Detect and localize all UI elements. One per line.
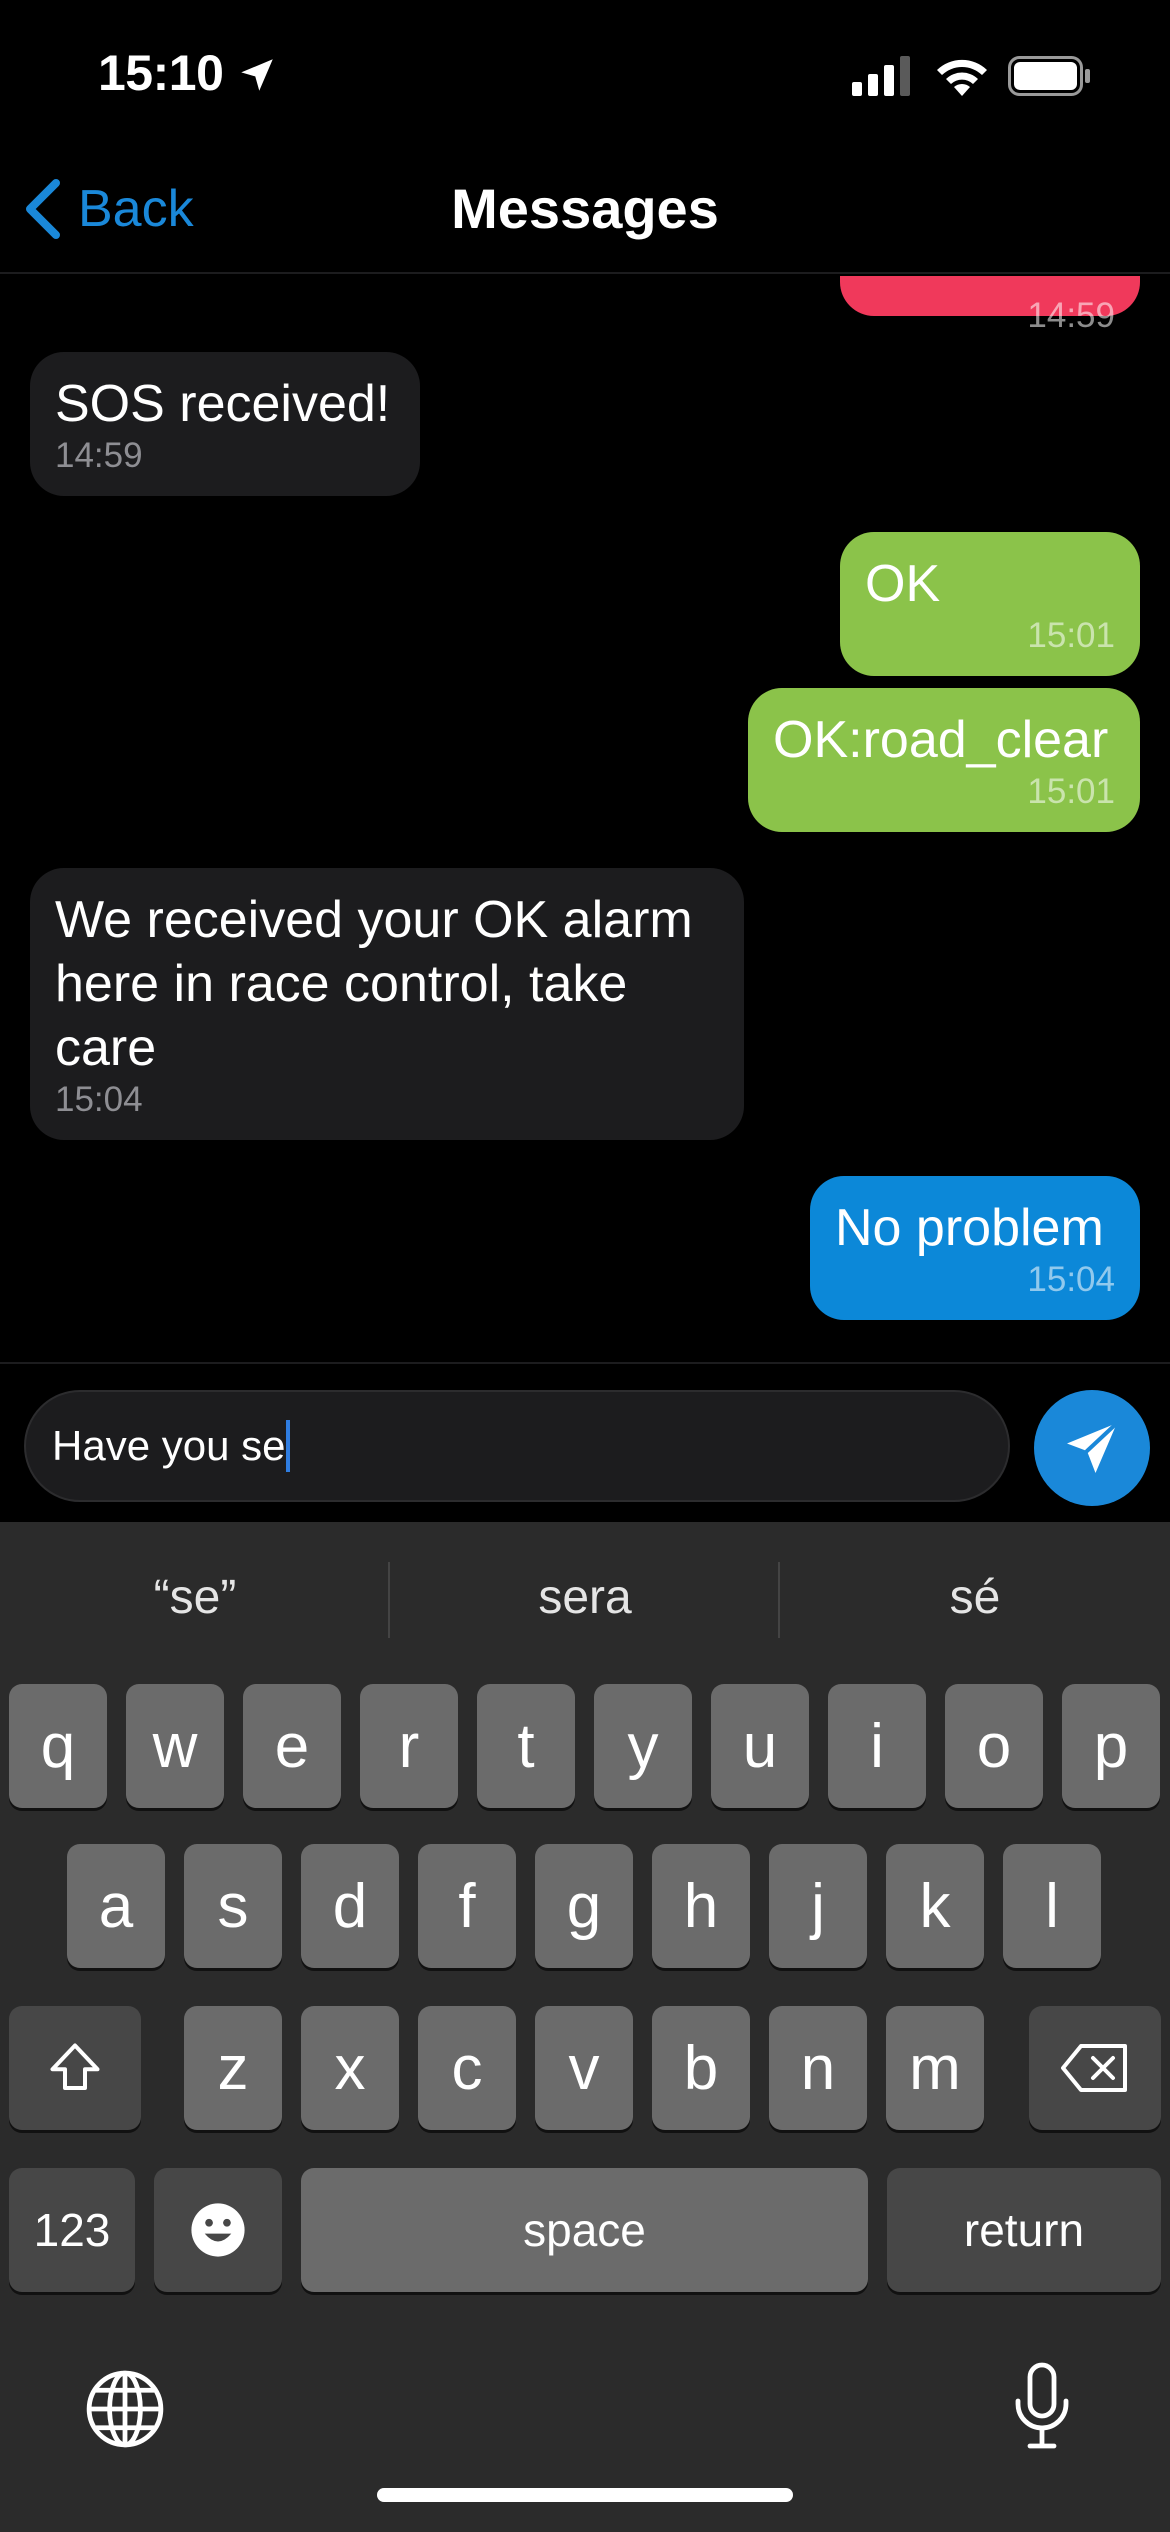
message-bubble-outgoing[interactable]: OK 15:01 [840, 532, 1140, 676]
key[interactable]: y [594, 1684, 692, 1808]
suggestion-item[interactable]: sé [780, 1570, 1170, 1625]
key[interactable]: k [886, 1844, 984, 1968]
key[interactable]: r [360, 1684, 458, 1808]
message-text: No problem [835, 1199, 1104, 1257]
message-text: SOS received! [55, 375, 391, 433]
message-time: 15:04 [55, 1080, 143, 1119]
suggestion-item[interactable]: sera [390, 1570, 780, 1625]
message-time: 15:01 [1027, 772, 1115, 811]
key[interactable]: u [711, 1684, 809, 1808]
status-time: 15:10 [98, 45, 224, 101]
shift-key[interactable] [9, 2006, 141, 2130]
key[interactable]: b [652, 2006, 750, 2130]
numbers-key[interactable]: 123 [9, 2168, 135, 2292]
location-arrow-icon [241, 59, 273, 91]
message-text: OK [865, 555, 941, 613]
key[interactable]: z [184, 2006, 282, 2130]
navigation-bar: Back Messages [0, 150, 1170, 274]
message-bubble-incoming[interactable]: SOS received! 14:59 [30, 352, 420, 496]
key[interactable]: s [184, 1844, 282, 1968]
message-list[interactable]: 14:59 SOS received! 14:59 OK 15:01 OK:ro… [0, 276, 1170, 1362]
composer-bar: Have you se [0, 1362, 1170, 1522]
return-key[interactable]: return [887, 2168, 1161, 2292]
key[interactable]: h [652, 1844, 750, 1968]
message-time: 15:01 [1027, 616, 1115, 655]
microphone-icon[interactable] [1012, 2362, 1072, 2452]
key[interactable]: i [828, 1684, 926, 1808]
messages-screen: 15:10 Back Messages 14:59 SOS received! … [0, 0, 1170, 2532]
key[interactable]: v [535, 2006, 633, 2130]
space-key[interactable]: space [301, 2168, 868, 2292]
home-indicator[interactable] [377, 2488, 793, 2502]
send-button[interactable] [1034, 1390, 1150, 1506]
message-input[interactable]: Have you se [24, 1390, 1010, 1502]
suggestion-bar: “se” sera sé [0, 1522, 1170, 1678]
message-bubble-incoming[interactable]: We received your OK alarm here in race c… [30, 868, 744, 1140]
message-time: 14:59 [55, 436, 143, 475]
return-key-label: return [963, 2204, 1085, 2256]
backspace-icon [1061, 2044, 1127, 2092]
status-bar: 15:10 [0, 0, 1170, 150]
message-bubble-outgoing[interactable]: OK:road_clear 15:01 [748, 688, 1140, 832]
text-caret [286, 1420, 291, 1472]
suggestion-item[interactable]: “se” [0, 1570, 390, 1625]
globe-icon[interactable] [84, 2368, 166, 2450]
wifi-icon [937, 59, 987, 96]
key[interactable]: g [535, 1844, 633, 1968]
cellular-signal-icon [852, 56, 910, 96]
message-input-value: Have you se [52, 1422, 286, 1469]
key[interactable]: j [769, 1844, 867, 1968]
message-text: OK:road_clear [773, 711, 1109, 769]
message-bubble-outgoing[interactable]: 14:59 [840, 276, 1140, 335]
key[interactable]: m [886, 2006, 984, 2130]
numbers-key-label: 123 [33, 2204, 111, 2256]
message-time: 15:04 [1027, 1260, 1115, 1299]
key[interactable]: t [477, 1684, 575, 1808]
keyboard: “se” sera sé q w e r t y u i o p a s d f… [0, 1522, 1170, 2532]
message-time: 14:59 [1027, 296, 1115, 335]
key[interactable]: c [418, 2006, 516, 2130]
emoji-icon [191, 2203, 245, 2257]
key[interactable]: w [126, 1684, 224, 1808]
emoji-key[interactable] [154, 2168, 282, 2292]
key[interactable]: l [1003, 1844, 1101, 1968]
key[interactable]: e [243, 1684, 341, 1808]
key[interactable]: a [67, 1844, 165, 1968]
backspace-key[interactable] [1029, 2006, 1161, 2130]
key[interactable]: x [301, 2006, 399, 2130]
message-text: We received your OK alarm here in race c… [55, 891, 693, 1077]
key[interactable]: o [945, 1684, 1043, 1808]
message-bubble-outgoing[interactable]: No problem 15:04 [810, 1176, 1140, 1320]
key[interactable]: d [301, 1844, 399, 1968]
key[interactable]: n [769, 2006, 867, 2130]
battery-icon [1008, 56, 1090, 96]
paper-plane-icon [1067, 1421, 1119, 1473]
space-key-label: space [523, 2204, 646, 2256]
page-title: Messages [451, 177, 719, 240]
key[interactable]: f [418, 1844, 516, 1968]
key[interactable]: p [1062, 1684, 1160, 1808]
shift-icon [50, 2043, 100, 2090]
key[interactable]: q [9, 1684, 107, 1808]
